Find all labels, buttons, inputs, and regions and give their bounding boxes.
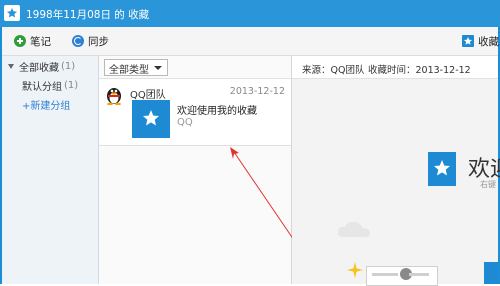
illustration-bar bbox=[409, 273, 429, 276]
welcome-hint: 右键 bbox=[480, 180, 496, 189]
detail-source: 来源：QQ团队 bbox=[302, 65, 365, 76]
cloud-icon bbox=[336, 220, 372, 238]
detail-meta-bar: 来源：QQ团队 收藏时间：2013-12-12 bbox=[292, 56, 498, 79]
illustration-bar bbox=[372, 273, 398, 276]
detail-time: 收藏时间：2013-12-12 bbox=[368, 65, 471, 76]
sparkle-icon bbox=[347, 262, 363, 281]
detail-pane: 来源：QQ团队 收藏时间：2013-12-12 欢迎 右键 bbox=[292, 56, 500, 286]
annotation-arrow-line bbox=[233, 151, 299, 247]
illustration-card bbox=[366, 266, 438, 286]
edge-illustration bbox=[484, 262, 498, 284]
bookmark-star-icon bbox=[428, 152, 456, 186]
